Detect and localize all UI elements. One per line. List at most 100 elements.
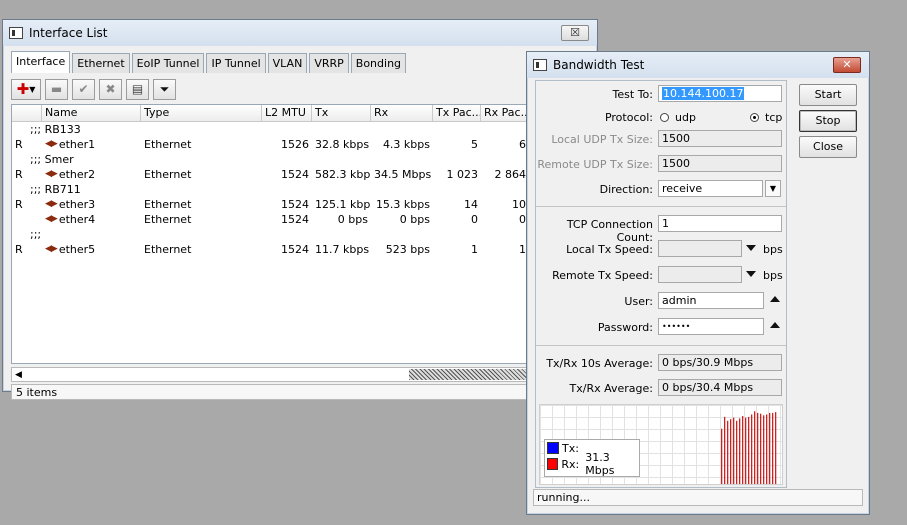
local-tx-speed-label: Local Tx Speed: bbox=[566, 243, 653, 256]
rx-cell: 523 bps bbox=[385, 243, 430, 256]
interface-name: ether4 bbox=[58, 213, 96, 226]
add-button[interactable]: ✚ ▼ bbox=[11, 78, 41, 100]
tx-packets-cell: 1 bbox=[471, 243, 478, 256]
tx-cell: 0 bps bbox=[337, 213, 368, 226]
scroll-left-icon[interactable]: ◀ bbox=[15, 370, 22, 380]
graph-bar-rx bbox=[772, 412, 774, 484]
column-header-tx[interactable]: Tx bbox=[312, 105, 371, 121]
l2mtu-cell: 1526 bbox=[281, 138, 309, 151]
remote-tx-speed-field[interactable] bbox=[658, 266, 742, 283]
tx-packets-cell: 0 bbox=[471, 213, 478, 226]
password-collapse-icon[interactable] bbox=[770, 322, 780, 328]
column-header-flag[interactable] bbox=[12, 105, 42, 121]
tx-packets-cell: 5 bbox=[471, 138, 478, 151]
table-comment-row[interactable]: ;;; RB711 bbox=[12, 182, 592, 197]
interface-list-titlebar[interactable]: Interface List bbox=[3, 20, 597, 46]
column-header-rx[interactable]: Rx bbox=[371, 105, 433, 121]
stop-button[interactable]: Stop bbox=[799, 110, 857, 132]
filter-button[interactable]: ⏷ bbox=[153, 78, 176, 100]
remote-udp-tx-size-label: Remote UDP Tx Size: bbox=[537, 158, 653, 171]
tab-eoip-tunnel[interactable]: EoIP Tunnel bbox=[131, 53, 205, 73]
graph-bar-rx bbox=[763, 415, 765, 484]
interface-name: ether5 bbox=[58, 243, 96, 256]
table-comment-row[interactable]: ;;; Smer bbox=[12, 152, 592, 167]
graph-bar-rx bbox=[769, 412, 771, 484]
name-cell: ◀▶ ether4 bbox=[42, 212, 141, 227]
interface-name: ether3 bbox=[58, 198, 96, 211]
name-cell: ◀▶ ether5 bbox=[42, 242, 141, 257]
graph-bar-rx bbox=[766, 414, 768, 484]
disable-button[interactable]: ✖ bbox=[99, 78, 122, 100]
graph-bar-rx bbox=[775, 412, 777, 484]
flag-cell: R bbox=[15, 243, 23, 256]
graph-bar-rx bbox=[727, 420, 729, 484]
graph-legend: Tx: Rx: 31.3 Mbps bbox=[544, 439, 640, 477]
table-comment-row[interactable]: ;;; RB133 bbox=[12, 122, 592, 137]
rx-packets-cell: 10 bbox=[512, 198, 526, 211]
remove-button[interactable]: ▬ bbox=[45, 78, 68, 100]
direction-select[interactable]: receive bbox=[658, 180, 763, 197]
tx-rx-average-value: 0 bps/30.4 Mbps bbox=[658, 379, 782, 396]
user-field[interactable]: admin bbox=[658, 292, 764, 309]
direction-label: Direction: bbox=[599, 183, 653, 196]
close-icon[interactable]: ☒ bbox=[561, 25, 589, 41]
table-row[interactable]: R ◀▶ ether5 Ethernet 1524 11.7 kbps 523 bps 1 1 bbox=[12, 242, 592, 257]
local-tx-speed-field[interactable] bbox=[658, 240, 742, 257]
rx-cell: 34.5 Mbps bbox=[374, 168, 432, 181]
remote-tx-speed-dropdown-icon[interactable] bbox=[746, 271, 756, 277]
column-header-l2mtu[interactable]: L2 MTU bbox=[262, 105, 312, 121]
column-header-name-label: Name bbox=[45, 106, 78, 119]
protocol-tcp-radio[interactable]: tcp bbox=[750, 111, 782, 124]
column-header-rx-packets[interactable]: Rx Pac... bbox=[481, 105, 529, 121]
column-header-tx-packets[interactable]: Tx Pac... bbox=[433, 105, 481, 121]
rx-packets-cell: 2 864 bbox=[494, 168, 527, 181]
tx-rx-average-label: Tx/Rx Average: bbox=[569, 382, 653, 395]
close-button[interactable]: Close bbox=[799, 136, 857, 158]
bandwidth-test-window: Bandwidth Test ✕ Test To: 10.144.100.17 … bbox=[526, 51, 870, 515]
table-row[interactable]: R ◀▶ ether3 Ethernet 1524 125.1 kbps 15.3 kbps… bbox=[12, 197, 592, 212]
local-udp-tx-size-field[interactable]: 1500 bbox=[658, 130, 782, 147]
graph-bar-rx bbox=[748, 416, 750, 484]
tx-cell: 11.7 kbps bbox=[315, 243, 370, 256]
table-row[interactable]: ◀▶ ether4 Ethernet 1524 0 bps 0 bps 0 0 bbox=[12, 212, 592, 227]
tab-ip-tunnel[interactable]: IP Tunnel bbox=[206, 53, 266, 73]
user-label: User: bbox=[624, 295, 653, 308]
comment-button[interactable]: ▤ bbox=[126, 78, 149, 100]
start-button[interactable]: Start bbox=[799, 84, 857, 106]
remote-tx-speed-unit: bps bbox=[763, 269, 783, 282]
column-header-name[interactable]: Name bbox=[42, 105, 141, 121]
local-tx-speed-dropdown-icon[interactable] bbox=[746, 245, 756, 251]
tab-interface[interactable]: Interface bbox=[11, 51, 71, 73]
protocol-udp-radio[interactable]: udp bbox=[660, 111, 696, 124]
bandwidth-test-titlebar[interactable]: Bandwidth Test bbox=[527, 52, 869, 78]
column-header-type[interactable]: Type bbox=[141, 105, 262, 121]
tab-bonding[interactable]: Bonding bbox=[350, 53, 407, 73]
rx-packets-cell: 1 bbox=[519, 243, 526, 256]
table-row[interactable]: R ◀▶ ether2 Ethernet 1524 582.3 kbps 34.5 Mbps… bbox=[12, 167, 592, 182]
tab-vlan[interactable]: VLAN bbox=[267, 53, 308, 73]
legend-rx-value: 31.3 Mbps bbox=[585, 451, 615, 477]
local-tx-speed-unit: bps bbox=[763, 243, 783, 256]
table-header: Name Type L2 MTU Tx Rx Tx Pac... Rx Pac.… bbox=[12, 105, 592, 122]
horizontal-scrollbar[interactable]: ◀ bbox=[11, 367, 593, 382]
remote-udp-tx-size-field[interactable]: 1500 bbox=[658, 155, 782, 172]
graph-bar-rx bbox=[733, 417, 735, 484]
type-cell: Ethernet bbox=[144, 138, 192, 151]
ethernet-interface-icon: ◀▶ bbox=[45, 169, 58, 179]
tab-ethernet[interactable]: Ethernet bbox=[72, 53, 130, 73]
table-row[interactable]: R ◀▶ ether1 Ethernet 1526 32.8 kbps 4.3 kbps 5 6 bbox=[12, 137, 592, 152]
enable-button[interactable]: ✔ bbox=[72, 78, 95, 100]
tx-packets-cell: 14 bbox=[464, 198, 478, 211]
test-to-field[interactable]: 10.144.100.17 bbox=[658, 85, 782, 102]
password-field[interactable]: •••••• bbox=[658, 318, 764, 335]
legend-tx-label: Tx: bbox=[562, 441, 579, 455]
tcp-connection-count-field[interactable]: 1 bbox=[658, 215, 782, 232]
type-cell: Ethernet bbox=[144, 213, 192, 226]
tab-vrrp[interactable]: VRRP bbox=[309, 53, 349, 73]
table-comment-row[interactable]: ;;; bbox=[12, 227, 592, 242]
user-collapse-icon[interactable] bbox=[770, 296, 780, 302]
bandwidth-test-title: Bandwidth Test bbox=[553, 58, 645, 72]
status-bar: 5 items bbox=[11, 384, 593, 400]
direction-dropdown-button[interactable]: ▼ bbox=[765, 180, 781, 197]
close-icon[interactable]: ✕ bbox=[833, 57, 861, 73]
